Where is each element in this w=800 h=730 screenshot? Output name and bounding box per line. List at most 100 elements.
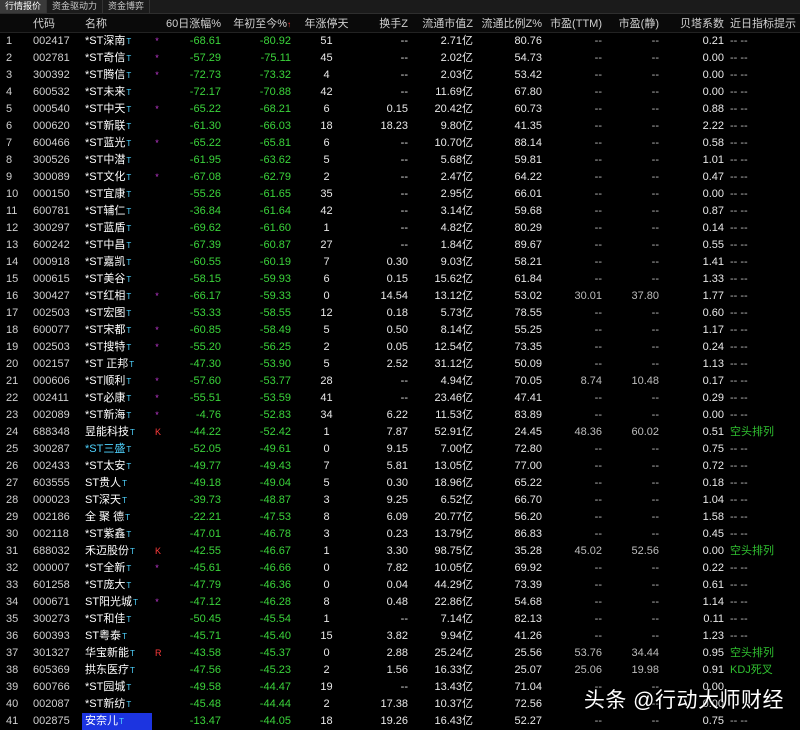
stock-name[interactable]: *ST必康 — [85, 392, 125, 404]
stock-name[interactable]: 安奈儿 — [85, 715, 118, 727]
stock-name[interactable]: *ST文化 — [85, 171, 125, 183]
table-row[interactable]: 26 002433 *ST太安T -49.77 -49.43 7 5.81 13.05亿 77.… — [0, 458, 800, 475]
stock-name[interactable]: *ST顺利 — [85, 375, 125, 387]
stock-name[interactable]: 全 聚 德 — [85, 511, 124, 523]
stock-name[interactable]: *ST太安 — [85, 460, 125, 472]
table-row[interactable]: 8 300526 *ST中潜T -61.95 -63.62 5 -- 5.68亿 59.81 --… — [0, 152, 800, 169]
stock-name[interactable]: *ST新海 — [85, 409, 125, 421]
table-row[interactable]: 23 002089 *ST新海T * -4.76 -52.83 34 6.22 11.53亿 83… — [0, 407, 800, 424]
tab-quotes[interactable]: 行情报价 — [0, 0, 48, 13]
col-header-limit-up-days[interactable]: 年涨停天 — [294, 14, 359, 33]
col-header-ytd-change[interactable]: 年初至今%↑ — [224, 14, 294, 33]
stock-name[interactable]: *ST中昌 — [85, 239, 125, 251]
table-row[interactable]: 19 002503 *ST搜特T * -55.20 -56.25 2 0.05 12.54亿 73… — [0, 339, 800, 356]
table-row[interactable]: 30 002118 *ST紫鑫T -47.01 -46.78 3 0.23 13.79亿 86.… — [0, 526, 800, 543]
tab-capital-driver[interactable]: 资金驱动力 — [47, 0, 104, 13]
table-row[interactable]: 11 600781 *ST辅仁T -36.84 -61.64 42 -- 3.14亿 59.68… — [0, 203, 800, 220]
stock-name[interactable]: *ST中潜 — [85, 154, 125, 166]
stock-name[interactable]: 禾迈股份 — [85, 545, 129, 557]
cell-name: *ST中天T — [82, 101, 152, 118]
table-row[interactable]: 1 002417 *ST深南T * -68.61 -80.92 51 -- 2.71亿 80.76… — [0, 33, 800, 51]
table-row[interactable]: 34 000671 ST阳光城T * -47.12 -46.28 8 0.48 22.86亿 54… — [0, 594, 800, 611]
table-row[interactable]: 20 002157 *ST 正邦T -47.30 -53.90 5 2.52 31.12亿 50… — [0, 356, 800, 373]
tab-capital-game[interactable]: 资金博弈 — [103, 0, 151, 13]
stock-name[interactable]: ST阳光城 — [85, 596, 132, 608]
col-header-pe-static[interactable]: 市盈(静) — [605, 14, 662, 33]
col-header-beta[interactable]: 贝塔系数 — [662, 14, 727, 33]
stock-name[interactable]: *ST蓝光 — [85, 137, 125, 149]
table-row[interactable]: 24 688348 昱能科技T K -44.22 -52.42 1 7.87 52.91亿 24.… — [0, 424, 800, 441]
col-header-name[interactable]: 名称 — [82, 14, 152, 33]
stock-name[interactable]: 拱东医疗 — [85, 664, 129, 676]
stock-name[interactable]: *ST红相 — [85, 290, 125, 302]
table-row[interactable]: 27 603555 ST贵人T -49.18 -49.04 5 0.30 18.96亿 65.2… — [0, 475, 800, 492]
table-row[interactable]: 6 000620 *ST新联T -61.30 -66.03 18 18.23 9.80亿 41.… — [0, 118, 800, 135]
stock-name[interactable]: 昱能科技 — [85, 426, 129, 438]
stock-name[interactable]: *ST 正邦 — [85, 358, 128, 370]
table-row[interactable]: 15 000615 *ST美谷T -58.15 -59.93 6 0.15 15.62亿 61.… — [0, 271, 800, 288]
stock-name[interactable]: ST深天 — [85, 494, 121, 506]
col-header-float-ratio[interactable]: 流通比例Z% — [476, 14, 545, 33]
col-header-code[interactable]: 代码 — [30, 14, 82, 33]
table-row[interactable]: 25 300287 *ST三盛T -52.05 -49.61 0 9.15 7.00亿 72.8… — [0, 441, 800, 458]
cell-mark — [152, 577, 162, 594]
stock-name[interactable]: *ST庞大 — [85, 579, 125, 591]
stock-name[interactable]: *ST蓝盾 — [85, 222, 125, 234]
stock-name[interactable]: *ST新联 — [85, 120, 125, 132]
stock-name[interactable]: 华宝新能 — [85, 647, 129, 659]
col-header-turnover[interactable]: 换手Z — [359, 14, 411, 33]
stock-name[interactable]: *ST深南 — [85, 35, 125, 47]
table-row[interactable]: 37 301327 华宝新能T R -43.58 -45.37 0 2.88 25.24亿 25.… — [0, 645, 800, 662]
stock-name[interactable]: *ST园城 — [85, 681, 125, 693]
table-row[interactable]: 18 600077 *ST宋都T * -60.85 -58.49 5 0.50 8.14亿 55.… — [0, 322, 800, 339]
table-row[interactable]: 3 300392 *ST腾信T * -72.73 -73.32 4 -- 2.03亿 53.42-… — [0, 67, 800, 84]
stock-name[interactable]: *ST中天 — [85, 103, 125, 115]
col-header-float-mcap[interactable]: 流通市值Z — [411, 14, 476, 33]
table-row[interactable]: 12 300297 *ST蓝盾T -69.62 -61.60 1 -- 4.82亿 80.29 -… — [0, 220, 800, 237]
table-row[interactable]: 33 601258 *ST庞大T -47.79 -46.36 0 0.04 44.29亿 73.… — [0, 577, 800, 594]
cell-code: 600532 — [33, 86, 70, 98]
stock-name[interactable]: *ST辅仁 — [85, 205, 125, 217]
table-row[interactable]: 41 002875 安奈儿T -13.47 -44.05 18 19.26 16.43亿 52.… — [0, 713, 800, 730]
table-row[interactable]: 38 605369 拱东医疗T -47.56 -45.23 2 1.56 16.33亿 25.0… — [0, 662, 800, 679]
stock-name[interactable]: *ST紫鑫 — [85, 528, 125, 540]
table-row[interactable]: 31 688032 禾迈股份T K -42.55 -46.67 1 3.30 98.75亿 35.… — [0, 543, 800, 560]
stock-name[interactable]: *ST嘉凯 — [85, 256, 125, 268]
col-header-indicator-hint[interactable]: 近日指标提示 — [727, 14, 800, 33]
stock-name[interactable]: *ST全新 — [85, 562, 125, 574]
col-header-60d-change[interactable]: 60日涨幅% — [162, 14, 224, 33]
table-row[interactable]: 17 002503 *ST宏图T -53.33 -58.55 12 0.18 5.73亿 78.… — [0, 305, 800, 322]
stock-name[interactable]: *ST腾信 — [85, 69, 125, 81]
stock-name[interactable]: *ST奇信 — [85, 52, 125, 64]
stock-name[interactable]: *ST未来 — [85, 86, 125, 98]
table-row[interactable]: 36 600393 ST粤泰T -45.71 -45.40 15 3.82 9.94亿 41.2… — [0, 628, 800, 645]
stock-name[interactable]: *ST三盛 — [85, 443, 125, 455]
stock-name[interactable]: ST贵人 — [85, 477, 121, 489]
stock-name[interactable]: *ST搜特 — [85, 341, 125, 353]
table-row[interactable]: 2 002781 *ST奇信T * -57.29 -75.11 45 -- 2.02亿 54.73… — [0, 50, 800, 67]
table-row[interactable]: 9 300089 *ST文化T * -67.08 -62.79 2 -- 2.47亿 64.22-… — [0, 169, 800, 186]
table-row[interactable]: 10 000150 *ST宜康T -55.26 -61.65 35 -- 2.95亿 66.01… — [0, 186, 800, 203]
stock-name[interactable]: ST粤泰 — [85, 630, 121, 642]
table-row[interactable]: 29 002186 全 聚 德T -22.21 -47.53 8 6.09 20.77亿 56.… — [0, 509, 800, 526]
stock-name[interactable]: *ST和佳 — [85, 613, 125, 625]
stock-name[interactable]: *ST新纺 — [85, 698, 125, 710]
table-row[interactable]: 16 300427 *ST红相T * -66.17 -59.33 0 14.54 13.12亿 5… — [0, 288, 800, 305]
col-header-index[interactable] — [0, 14, 30, 33]
col-header-pe-ttm[interactable]: 市盈(TTM) — [545, 14, 605, 33]
table-row[interactable]: 14 000918 *ST嘉凯T -60.55 -60.19 7 0.30 9.03亿 58.2… — [0, 254, 800, 271]
cell-60d-change: -67.08 — [189, 171, 221, 183]
stock-name[interactable]: *ST宏图 — [85, 307, 125, 319]
table-row[interactable]: 4 600532 *ST未来T -72.17 -70.88 42 -- 11.69亿 67.80… — [0, 84, 800, 101]
stock-name[interactable]: *ST美谷 — [85, 273, 125, 285]
stock-name[interactable]: *ST宜康 — [85, 188, 125, 200]
table-row[interactable]: 13 600242 *ST中昌T -67.39 -60.87 27 -- 1.84亿 89.67… — [0, 237, 800, 254]
table-row[interactable]: 35 300273 *ST和佳T -50.45 -45.54 1 -- 7.14亿 82.13 -… — [0, 611, 800, 628]
table-row[interactable]: 22 002411 *ST必康T * -55.51 -53.59 41 -- 23.46亿 47.… — [0, 390, 800, 407]
stock-name[interactable]: *ST宋都 — [85, 324, 125, 336]
table-row[interactable]: 5 000540 *ST中天T * -65.22 -68.21 6 0.15 20.42亿 60.… — [0, 101, 800, 118]
table-row[interactable]: 28 000023 ST深天T -39.73 -48.87 3 9.25 6.52亿 66.70… — [0, 492, 800, 509]
table-row[interactable]: 32 000007 *ST全新T * -45.61 -46.66 0 7.82 10.05亿 69… — [0, 560, 800, 577]
table-row[interactable]: 21 000606 *ST顺利T * -57.60 -53.77 28 -- 4.94亿 70.0… — [0, 373, 800, 390]
table-row[interactable]: 7 600466 *ST蓝光T * -65.22 -65.81 6 -- 10.70亿 88.14… — [0, 135, 800, 152]
